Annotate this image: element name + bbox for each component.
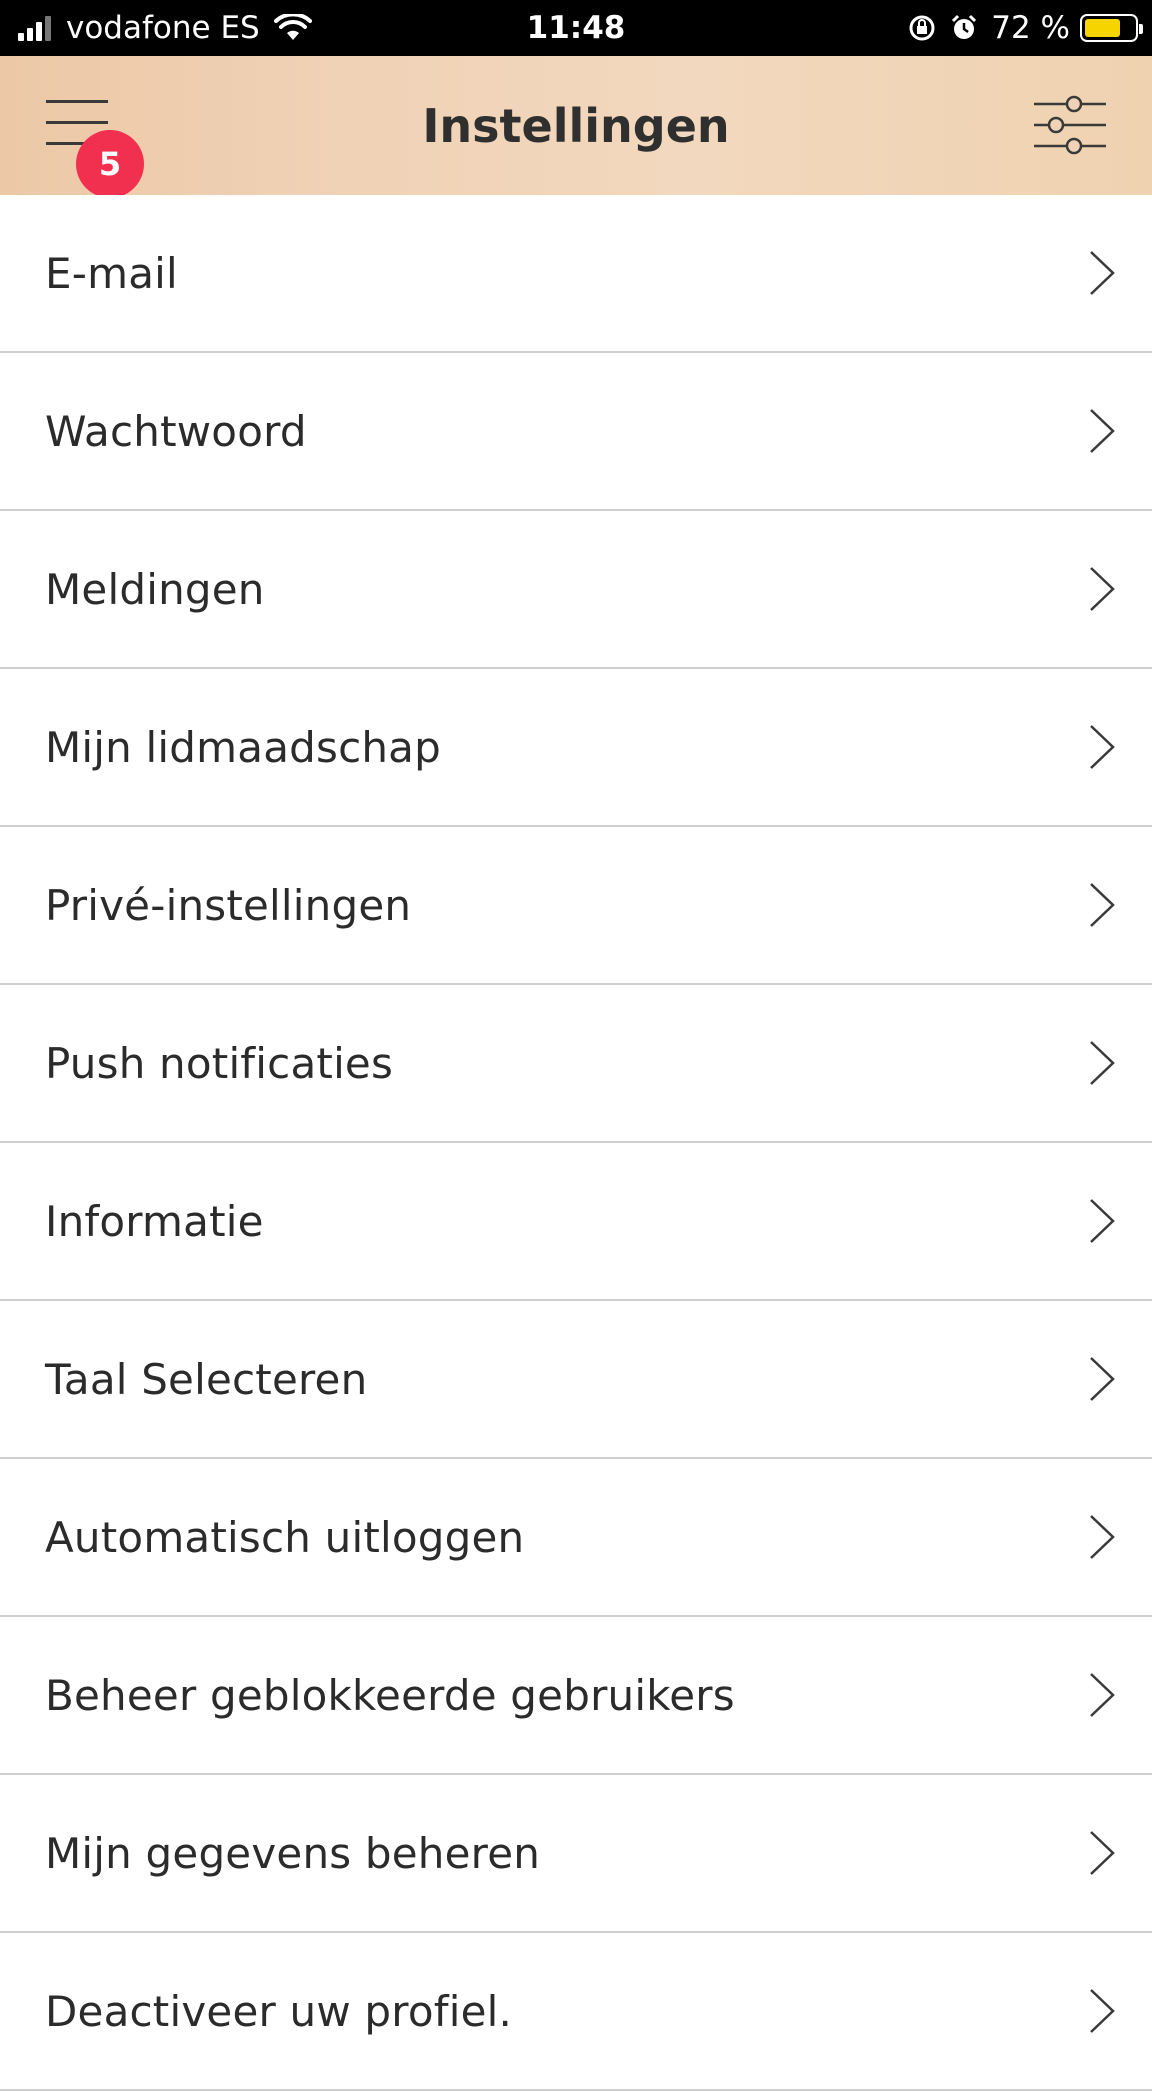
settings-row[interactable]: Mijn lidmaadschap xyxy=(0,669,1152,827)
settings-row[interactable]: Beheer geblokkeerde gebruikers xyxy=(0,1617,1152,1775)
settings-row-label: Automatisch uitloggen xyxy=(45,1512,525,1562)
status-bar: vodafone ES 11:48 72 % xyxy=(0,0,1152,56)
chevron-right-icon xyxy=(1090,251,1115,295)
settings-row-label: Push notificaties xyxy=(45,1038,394,1088)
settings-row-label: Deactiveer uw profiel. xyxy=(45,1986,513,2036)
chevron-right-icon xyxy=(1090,567,1115,611)
hamburger-menu-icon-line xyxy=(46,121,108,124)
settings-row[interactable]: Automatisch uitloggen xyxy=(0,1459,1152,1617)
hamburger-menu-icon xyxy=(46,100,108,103)
settings-row[interactable]: Deactiveer uw profiel. xyxy=(0,1933,1152,2091)
settings-row[interactable]: Privé-instellingen xyxy=(0,827,1152,985)
settings-row-label: Beheer geblokkeerde gebruikers xyxy=(45,1670,735,1720)
alarm-icon xyxy=(952,14,977,39)
settings-row-label: Privé-instellingen xyxy=(45,880,412,930)
chevron-right-icon xyxy=(1090,725,1115,769)
settings-row-label: Informatie xyxy=(45,1196,264,1246)
settings-row[interactable]: Wachtwoord xyxy=(0,353,1152,511)
filter-sliders-icon[interactable] xyxy=(1032,90,1106,160)
settings-row-label: Mijn lidmaadschap xyxy=(45,722,441,772)
header: 5 Instellingen xyxy=(0,56,1152,198)
chevron-right-icon xyxy=(1090,883,1115,927)
chevron-right-icon xyxy=(1090,1199,1115,1243)
status-bar-right: 72 % xyxy=(901,0,1143,56)
chevron-right-icon xyxy=(1090,1831,1115,1875)
settings-row-label: Meldingen xyxy=(45,564,265,614)
settings-row-label: Wachtwoord xyxy=(45,406,307,456)
settings-row[interactable]: Informatie xyxy=(0,1143,1152,1301)
battery-level xyxy=(1085,19,1120,37)
chevron-right-icon xyxy=(1090,409,1115,453)
menu-button[interactable]: 5 xyxy=(40,90,150,198)
settings-row[interactable]: Push notificaties xyxy=(0,985,1152,1143)
settings-row[interactable]: E-mail xyxy=(0,195,1152,353)
page-title: Instellingen xyxy=(422,98,730,153)
settings-list: E-mail Wachtwoord Meldingen Mijn lidmaadsch… xyxy=(0,195,1152,2091)
settings-row[interactable]: Meldingen xyxy=(0,511,1152,669)
settings-row-label: Mijn gegevens beheren xyxy=(45,1828,541,1878)
chevron-right-icon xyxy=(1090,1357,1115,1401)
chevron-right-icon xyxy=(1090,1989,1115,2033)
orientation-lock-icon xyxy=(909,15,935,41)
settings-row[interactable]: Taal Selecteren xyxy=(0,1301,1152,1459)
chevron-right-icon xyxy=(1090,1041,1115,1085)
chevron-right-icon xyxy=(1090,1515,1115,1559)
notification-badge: 5 xyxy=(76,130,144,198)
battery-icon xyxy=(1080,14,1143,42)
settings-row-label: Taal Selecteren xyxy=(45,1354,368,1404)
settings-row[interactable]: Mijn gegevens beheren xyxy=(0,1775,1152,1933)
chevron-right-icon xyxy=(1090,1673,1115,1717)
battery-percent: 72 % xyxy=(991,10,1070,46)
settings-row-label: E-mail xyxy=(45,248,178,298)
